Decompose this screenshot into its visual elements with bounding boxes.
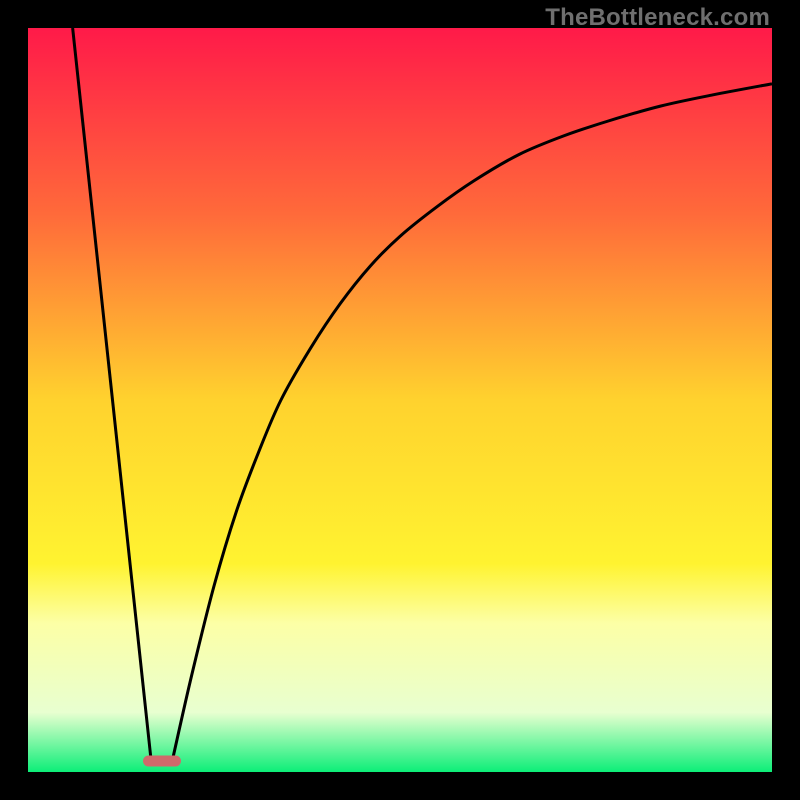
watermark-text: TheBottleneck.com [545,4,770,32]
plot-area [28,28,772,772]
chart-frame: TheBottleneck.com [0,0,800,800]
left-line-path [73,28,151,757]
right-curve-path [173,84,772,757]
bottleneck-marker [143,755,181,766]
curve-layer [28,28,772,772]
